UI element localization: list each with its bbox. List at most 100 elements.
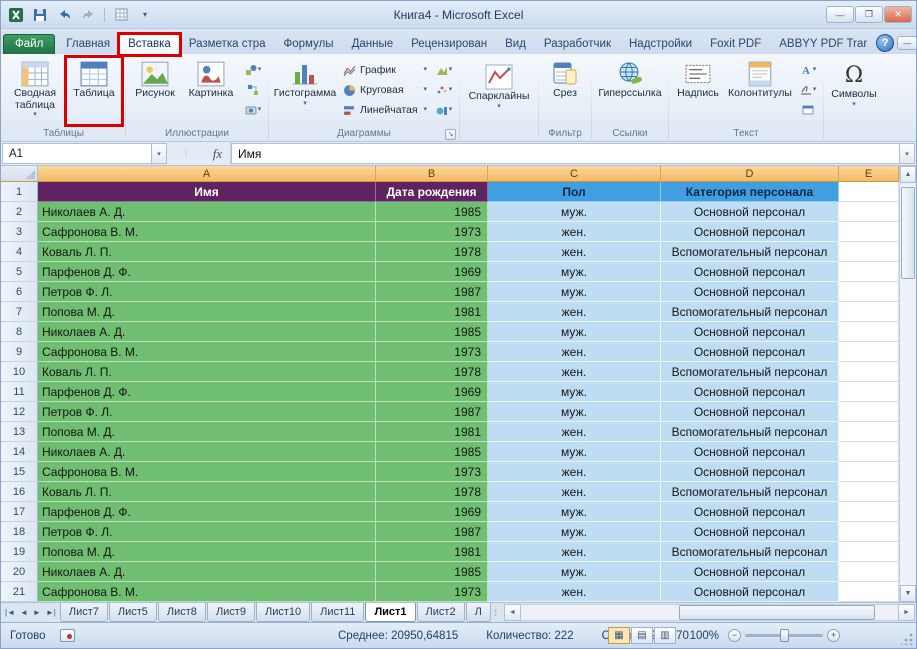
tab-review[interactable]: Рецензирован — [402, 34, 496, 54]
cell-birth-year[interactable]: 1969 — [376, 382, 488, 402]
cell-name[interactable]: Попова М. Д. — [38, 302, 376, 322]
pivot-table-button[interactable]: Сводная таблица ▾ — [5, 57, 65, 125]
clipart-button[interactable]: Картинка — [182, 57, 240, 125]
textbox-button[interactable]: Надпись — [672, 57, 724, 125]
cell-category[interactable]: Вспомогательный персонал — [661, 242, 839, 262]
cell-gender[interactable]: жен. — [488, 422, 661, 442]
cell-name[interactable]: Петров Ф. Л. — [38, 402, 376, 422]
cell-category[interactable]: Основной персонал — [661, 262, 839, 282]
close-button[interactable]: ✕ — [884, 6, 912, 23]
cell-birth-year[interactable]: 1973 — [376, 582, 488, 602]
scroll-right-arrow[interactable]: ► — [898, 604, 915, 621]
cell-name[interactable]: Парфенов Д. Ф. — [38, 502, 376, 522]
cell-empty[interactable] — [839, 282, 899, 302]
cell-gender[interactable]: муж. — [488, 442, 661, 462]
zoom-track[interactable] — [745, 634, 823, 637]
shapes-button[interactable]: ▾ — [241, 61, 265, 79]
tab-formulas[interactable]: Формулы — [275, 34, 343, 54]
cell-category[interactable]: Вспомогательный персонал — [661, 542, 839, 562]
wordart-button[interactable]: A▾ — [796, 61, 820, 79]
tab-data[interactable]: Данные — [343, 34, 403, 54]
cell-name[interactable]: Петров Ф. Л. — [38, 522, 376, 542]
cell-category[interactable]: Основной персонал — [661, 462, 839, 482]
bar-chart-button[interactable]: Линейчатая▾ — [339, 100, 431, 120]
redo-button[interactable] — [78, 6, 98, 24]
tab-home[interactable]: Главная — [57, 34, 119, 54]
cell-name[interactable]: Николаев А. Д. — [38, 442, 376, 462]
cell-empty[interactable] — [839, 482, 899, 502]
horizontal-scroll-track[interactable] — [521, 604, 898, 621]
first-sheet-button[interactable]: |◄ — [4, 608, 16, 617]
record-macro-icon[interactable] — [60, 629, 75, 642]
cell-name[interactable]: Парфенов Д. Ф. — [38, 382, 376, 402]
cell-name[interactable]: Сафронова В. М. — [38, 582, 376, 602]
column-header-a[interactable]: A — [38, 166, 376, 181]
cell-category[interactable]: Основной персонал — [661, 562, 839, 582]
cell-birth-year[interactable]: 1981 — [376, 422, 488, 442]
last-sheet-button[interactable]: ►| — [45, 608, 57, 617]
help-icon[interactable]: ? — [876, 34, 894, 52]
row-number[interactable]: 2 — [1, 202, 38, 222]
cell-gender[interactable]: жен. — [488, 482, 661, 502]
next-sheet-button[interactable]: ► — [32, 608, 42, 617]
cell-name[interactable]: Сафронова В. М. — [38, 462, 376, 482]
cell-gender[interactable]: муж. — [488, 502, 661, 522]
cell-gender[interactable]: муж. — [488, 382, 661, 402]
row-number[interactable]: 17 — [1, 502, 38, 522]
column-header-d[interactable]: D — [661, 166, 839, 181]
cell-gender[interactable]: жен. — [488, 462, 661, 482]
cell-empty[interactable] — [839, 322, 899, 342]
cell-gender[interactable]: муж. — [488, 322, 661, 342]
cell-category[interactable]: Основной персонал — [661, 222, 839, 242]
column-header-e[interactable]: E — [839, 166, 899, 181]
scroll-left-arrow[interactable]: ◄ — [504, 604, 521, 621]
scatter-chart-button[interactable]: ▾ — [432, 81, 456, 99]
pie-chart-button[interactable]: Круговая▾ — [339, 80, 431, 100]
cell-empty[interactable] — [839, 222, 899, 242]
row-number[interactable]: 14 — [1, 442, 38, 462]
cell-name[interactable]: Сафронова В. М. — [38, 342, 376, 362]
tab-split-handle[interactable]: ⁞ — [492, 603, 500, 622]
cell-empty[interactable] — [839, 542, 899, 562]
cell-empty[interactable] — [839, 262, 899, 282]
cell-name[interactable]: Коваль Л. П. — [38, 482, 376, 502]
cell-category[interactable]: Основной персонал — [661, 322, 839, 342]
cell-name[interactable]: Попова М. Д. — [38, 422, 376, 442]
cell-name[interactable]: Коваль Л. П. — [38, 362, 376, 382]
screenshot-button[interactable]: ▾ — [241, 101, 265, 119]
cell-category[interactable]: Основной персонал — [661, 582, 839, 602]
cell-empty[interactable] — [839, 522, 899, 542]
cell-birth-year[interactable]: 1985 — [376, 202, 488, 222]
name-box[interactable]: A1 — [2, 143, 152, 164]
cell-name[interactable]: Петров Ф. Л. — [38, 282, 376, 302]
cell-gender[interactable]: муж. — [488, 262, 661, 282]
cell-birth-year[interactable]: 1985 — [376, 442, 488, 462]
row-number[interactable]: 7 — [1, 302, 38, 322]
cell-empty[interactable] — [839, 382, 899, 402]
row-number[interactable]: 18 — [1, 522, 38, 542]
cell-birth-year[interactable]: 1973 — [376, 462, 488, 482]
picture-button[interactable]: Рисунок — [129, 57, 181, 125]
cell-header-category[interactable]: Категория персонала — [661, 182, 839, 202]
sparklines-button[interactable]: Спарклайны ▾ — [463, 57, 535, 137]
cell-empty[interactable] — [839, 302, 899, 322]
normal-view-button[interactable]: ▦ — [608, 627, 630, 644]
cell-birth-year[interactable]: 1969 — [376, 262, 488, 282]
cell-name[interactable]: Николаев А. Д. — [38, 562, 376, 582]
cell-birth-year[interactable]: 1987 — [376, 402, 488, 422]
tab-addins[interactable]: Надстройки — [620, 34, 701, 54]
save-button[interactable] — [30, 6, 50, 24]
tab-developer[interactable]: Разработчик — [535, 34, 620, 54]
cell-gender[interactable]: муж. — [488, 282, 661, 302]
cell-birth-year[interactable]: 1978 — [376, 362, 488, 382]
cell-category[interactable]: Основной персонал — [661, 202, 839, 222]
maximize-button[interactable]: ❐ — [855, 6, 883, 23]
scroll-up-arrow[interactable]: ▲ — [900, 166, 916, 183]
cell-birth-year[interactable]: 1973 — [376, 342, 488, 362]
vertical-scrollbar[interactable]: ▲ ▼ — [899, 166, 916, 602]
cell-category[interactable]: Основной персонал — [661, 522, 839, 542]
row-number[interactable]: 11 — [1, 382, 38, 402]
page-break-view-button[interactable]: ▥ — [654, 627, 676, 644]
cell-gender[interactable]: жен. — [488, 362, 661, 382]
cell-empty[interactable] — [839, 402, 899, 422]
